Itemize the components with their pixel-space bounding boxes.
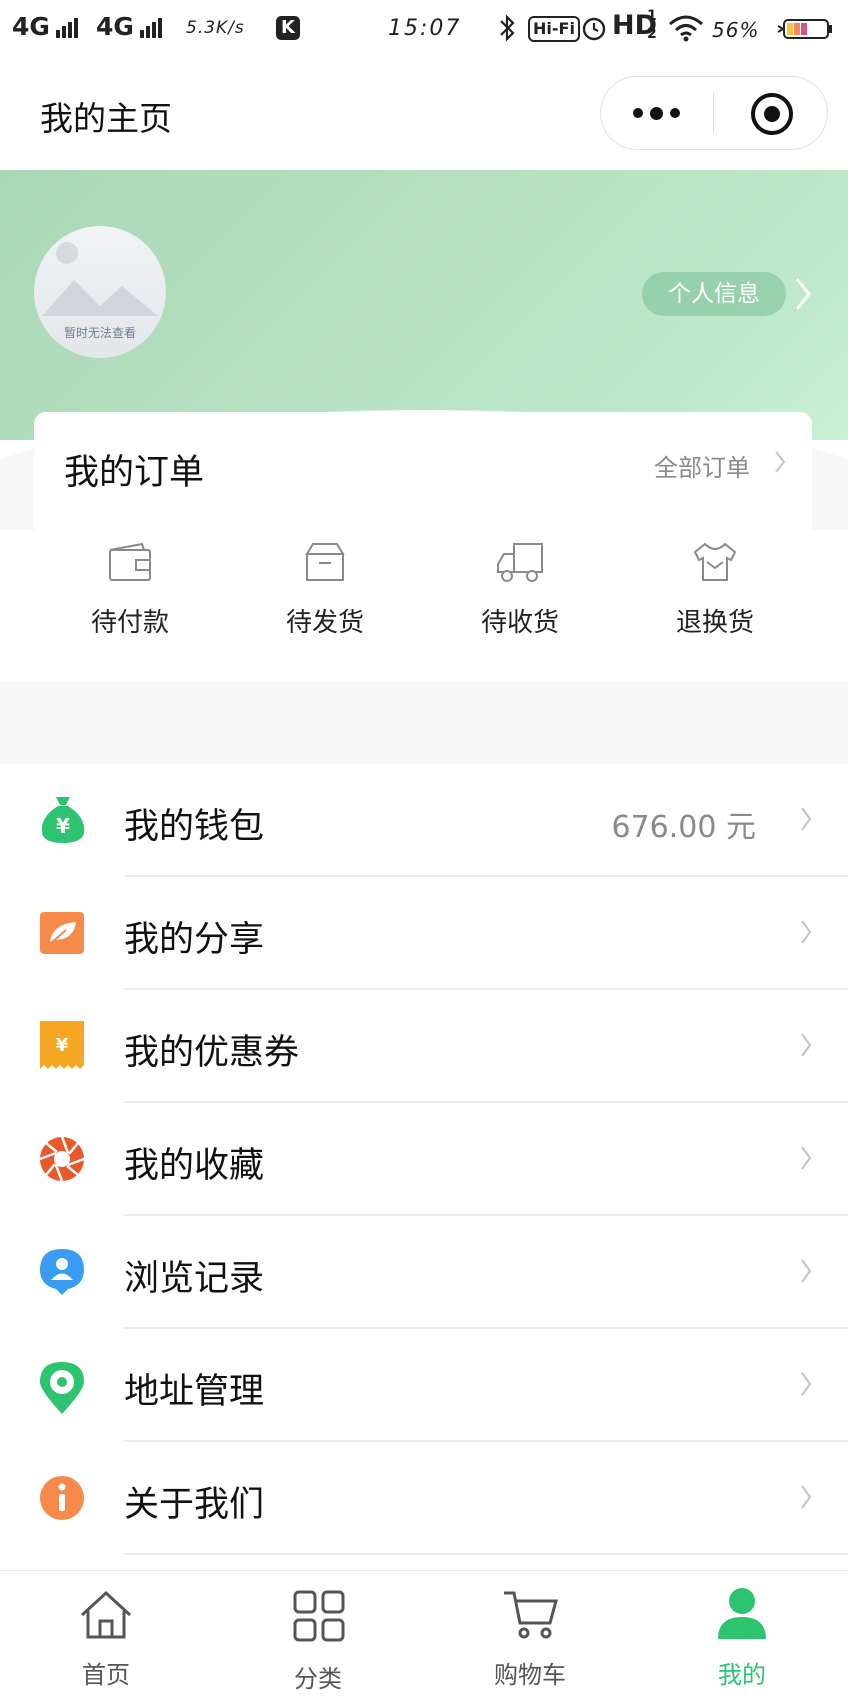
tab-label: 分类 <box>294 1665 342 1693</box>
avatar-placeholder-sun <box>56 242 78 264</box>
avatar-placeholder-mountain-icon <box>42 266 162 330</box>
menu-item-history[interactable]: 浏览记录 <box>0 1216 848 1329</box>
chevron-right-icon <box>800 1484 812 1514</box>
battery-percent: 56% <box>712 18 760 42</box>
menu-item-label: 我的优惠券 <box>124 1033 300 1073</box>
section-gap <box>0 682 848 764</box>
clock-time: 15:07 <box>388 16 462 41</box>
avatar-caption: 暂时无法查看 <box>63 326 136 340</box>
k-app-icon: K <box>276 16 300 40</box>
truck-icon <box>450 540 590 584</box>
tab-label: 购物车 <box>494 1661 566 1689</box>
svg-text:¥: ¥ <box>56 814 70 838</box>
order-return-exchange[interactable]: 退换货 <box>645 540 785 639</box>
tab-mine[interactable]: 我的 <box>636 1571 848 1697</box>
menu-item-label: 地址管理 <box>124 1372 265 1412</box>
info-icon <box>38 1473 88 1523</box>
hifi-badge: Hi-Fi <box>528 16 580 42</box>
tab-bar: 首页 分类 购物车 我的 <box>0 1570 848 1697</box>
leaf-share-icon <box>38 908 88 958</box>
order-pending-payment[interactable]: 待付款 <box>60 540 200 639</box>
tab-category[interactable]: 分类 <box>212 1571 424 1697</box>
tab-cart[interactable]: 购物车 <box>424 1571 636 1697</box>
avatar[interactable]: 暂时无法查看 <box>34 226 166 358</box>
hd-sub-1: 1 <box>647 8 657 24</box>
wallet-icon <box>60 540 200 584</box>
chevron-right-icon[interactable] <box>774 450 786 478</box>
signal-bars-icon <box>56 18 80 38</box>
chevron-right-icon <box>800 1258 812 1288</box>
capsule-divider <box>713 93 714 133</box>
tab-label: 首页 <box>82 1661 130 1689</box>
personal-info-button[interactable]: 个人信息 <box>642 272 786 316</box>
menu-item-wallet[interactable]: ¥ 我的钱包 676.00 元 <box>0 764 848 877</box>
signal-bars-icon <box>140 18 164 38</box>
status-bar: 4G 4G 5.3K/s K 15:07 Hi-Fi HD 1 2 56% <box>0 0 848 56</box>
order-label: 待发货 <box>285 608 364 638</box>
page-title: 我的主页 <box>40 99 172 138</box>
network-speed: 5.3K/s <box>186 18 245 38</box>
chevron-right-icon <box>800 1145 812 1175</box>
menu-item-coupons[interactable]: ¥ 我的优惠券 <box>0 990 848 1103</box>
wifi-icon <box>668 14 704 46</box>
return-shirt-icon <box>645 540 785 584</box>
bluetooth-icon <box>498 14 516 46</box>
alarm-icon <box>580 14 608 46</box>
menu-item-label: 我的钱包 <box>124 807 265 847</box>
signal-label-1: 4G <box>12 12 50 41</box>
all-orders-link[interactable]: 全部订单 <box>654 448 750 483</box>
aperture-icon <box>38 1134 88 1184</box>
order-label: 待收货 <box>480 608 559 638</box>
menu-item-label: 我的分享 <box>124 920 265 960</box>
chevron-right-icon[interactable] <box>794 276 812 316</box>
location-pin-icon <box>38 1360 88 1414</box>
menu-item-address[interactable]: 地址管理 <box>0 1329 848 1442</box>
chevron-right-icon <box>800 806 812 836</box>
menu-item-about[interactable]: 关于我们 <box>0 1442 848 1555</box>
tab-label: 我的 <box>718 1661 766 1689</box>
svg-text:¥: ¥ <box>56 1035 69 1056</box>
battery-icon <box>776 18 834 44</box>
hd-sub-2: 2 <box>647 26 657 42</box>
chevron-right-icon <box>800 1032 812 1062</box>
order-label: 待付款 <box>90 608 169 638</box>
orders-title: 我的订单 <box>64 453 205 493</box>
menu-item-label: 我的收藏 <box>124 1146 265 1186</box>
nav-bar: 我的主页 <box>0 56 848 170</box>
more-menu-button[interactable] <box>633 103 687 122</box>
order-pending-shipment[interactable]: 待发货 <box>255 540 395 639</box>
chevron-right-icon <box>800 919 812 949</box>
menu-item-share[interactable]: 我的分享 <box>0 877 848 990</box>
coupon-icon: ¥ <box>38 1021 88 1071</box>
box-icon <box>255 540 395 584</box>
menu-item-favorites[interactable]: 我的收藏 <box>0 1103 848 1216</box>
user-pin-icon <box>38 1247 88 1297</box>
divider <box>124 1553 848 1555</box>
orders-card: 我的订单 全部订单 待付款 待发货 待收货 退换货 <box>34 412 812 682</box>
order-pending-receipt[interactable]: 待收货 <box>450 540 590 639</box>
tab-home[interactable]: 首页 <box>0 1571 212 1697</box>
signal-label-2: 4G <box>96 12 134 41</box>
wallet-balance: 676.00 元 <box>611 810 756 845</box>
menu-item-label: 关于我们 <box>124 1485 265 1525</box>
menu-item-label: 浏览记录 <box>124 1259 265 1299</box>
order-label: 退换货 <box>675 608 754 638</box>
menu-list: ¥ 我的钱包 676.00 元 我的分享 ¥ 我的优惠券 我的收藏 浏览记录 地… <box>0 764 848 1555</box>
close-target-button[interactable] <box>751 93 793 135</box>
money-bag-icon: ¥ <box>38 795 88 845</box>
miniprogram-capsule <box>600 76 828 150</box>
chevron-right-icon <box>800 1371 812 1401</box>
